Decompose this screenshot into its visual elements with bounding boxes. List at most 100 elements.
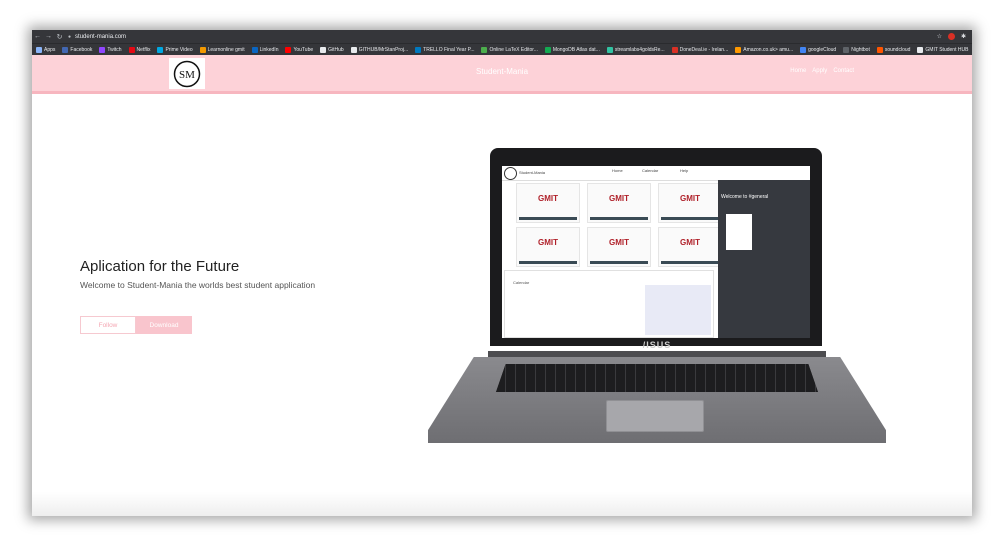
bookmark-label: Facebook: [70, 47, 93, 53]
extension-icon[interactable]: [947, 33, 955, 40]
forward-icon[interactable]: →: [43, 33, 54, 40]
bookmark-label: googleCloud: [808, 47, 837, 53]
bookmark-label: GMIT Student HUB: [925, 47, 969, 53]
puzzle-icon[interactable]: ✱: [961, 33, 966, 40]
bookmark-item[interactable]: Amazon.co.uk> amu...: [735, 47, 793, 53]
bookmark-label: GITHUB/MrStanProj...: [358, 47, 409, 53]
bookmark-favicon-icon: [917, 47, 924, 53]
bookmark-label: DoneDeal.ie - Irelan...: [679, 47, 729, 53]
nav-link[interactable]: Contact: [833, 68, 854, 74]
bookmark-item[interactable]: streamlabs4goldsRe...: [606, 47, 665, 53]
laptop-brand: /ISUS: [642, 340, 672, 350]
bookmark-favicon-icon: [285, 47, 292, 53]
bookmark-favicon-icon: [199, 47, 206, 53]
mini-chat-panel: Welcome to #general: [718, 180, 810, 338]
lock-icon: ●: [68, 33, 72, 40]
bookmark-label: MongoDB Atlas dat...: [552, 47, 600, 53]
laptop-screen: Student-Mania Home Calendar Help GMIT GMI…: [502, 166, 810, 338]
bookmark-label: YouTube: [293, 47, 314, 53]
browser-window: ← → ↻ ● student-mania.com ☆ ✱ Apps Facebo…: [32, 30, 972, 516]
mini-logo-icon: [504, 167, 517, 180]
hero-subtitle: Welcome to Student-Mania the worlds best…: [80, 280, 316, 290]
bookmark-item[interactable]: googleCloud: [800, 47, 836, 53]
bookmark-item[interactable]: YouTube: [285, 47, 313, 53]
bookmark-item[interactable]: Facebook: [62, 47, 92, 53]
bookmark-favicon-icon: [606, 47, 613, 53]
address-bar[interactable]: ● student-mania.com: [68, 34, 126, 40]
bookmark-label: TRELLO Final Year P...: [423, 47, 475, 53]
bookmark-item[interactable]: Apps: [36, 47, 55, 53]
bookmark-item[interactable]: soundcloud: [876, 47, 911, 53]
mini-course-card: GMIT: [516, 227, 580, 267]
bookmark-item[interactable]: Online LaTeX Editor...: [481, 47, 538, 53]
mini-card-label: GMIT: [680, 238, 700, 247]
laptop-image: Student-Mania Home Calendar Help GMIT GMI…: [428, 148, 886, 448]
bookmark-favicon-icon: [320, 47, 327, 53]
mini-site-header: Student-Mania Home Calendar Help: [502, 166, 810, 181]
mini-course-card: GMIT: [658, 183, 722, 223]
mini-course-card: GMIT: [658, 227, 722, 267]
bookmark-favicon-icon: [157, 47, 164, 53]
mini-calendar-title: Calendar: [513, 280, 530, 285]
mini-chat-title: Welcome to #general: [721, 194, 769, 200]
bookmark-label: LinkedIn: [259, 47, 279, 53]
nav-link[interactable]: Home: [790, 68, 806, 74]
bookmark-label: Nightbot: [851, 47, 870, 53]
mini-course-card: GMIT: [587, 227, 651, 267]
mini-card-label: GMIT: [609, 194, 629, 203]
bookmark-label: Twitch: [107, 47, 122, 53]
mini-course-card: GMIT: [516, 183, 580, 223]
mini-card-label: GMIT: [538, 194, 558, 203]
bookmark-label: GitHub: [328, 47, 344, 53]
bookmark-item[interactable]: Prime Video: [157, 47, 193, 53]
url-text: student-mania.com: [75, 33, 127, 40]
mini-course-card: GMIT: [587, 183, 651, 223]
mini-card-label: GMIT: [680, 194, 700, 203]
bookmark-favicon-icon: [251, 47, 258, 53]
download-button[interactable]: Download: [136, 316, 192, 334]
bookmark-item[interactable]: GITHUB/MrStanProj...: [350, 47, 409, 53]
bookmark-label: Prime Video: [165, 47, 193, 53]
mini-nav-calendar: Calendar: [642, 168, 659, 173]
star-icon[interactable]: ☆: [937, 33, 942, 40]
follow-button[interactable]: Follow: [80, 316, 136, 334]
reload-icon[interactable]: ↻: [54, 33, 65, 41]
bookmark-item[interactable]: GMIT Student HUB: [917, 47, 968, 53]
bookmark-label: Amazon.co.uk> amu...: [743, 47, 794, 53]
mini-site-name: Student-Mania: [519, 170, 546, 175]
bookmark-favicon-icon: [876, 47, 883, 53]
bookmark-label: Online LaTeX Editor...: [489, 47, 538, 53]
bookmark-label: Learnonline gmit: [207, 47, 245, 53]
bookmark-item[interactable]: Learnonline gmit: [199, 47, 245, 53]
site-nav: Home Apply Contact: [790, 68, 854, 74]
site-header: SM Student-Mania Home Apply Contact: [32, 55, 972, 94]
bookmark-item[interactable]: DoneDeal.ie - Irelan...: [671, 47, 729, 53]
bookmark-label: streamlabs4goldsRe...: [614, 47, 665, 53]
browser-toolbar: ← → ↻ ● student-mania.com ☆ ✱: [32, 30, 972, 43]
bookmark-item[interactable]: Nightbot: [843, 47, 870, 53]
bookmark-item[interactable]: Netflix: [128, 47, 151, 53]
bookmark-label: soundcloud: [884, 47, 911, 53]
bookmark-label: Netflix: [136, 47, 151, 53]
bookmark-favicon-icon: [415, 47, 422, 53]
mini-calendar: Calendar: [504, 270, 714, 338]
mini-card-label: GMIT: [609, 238, 629, 247]
bookmark-favicon-icon: [350, 47, 357, 53]
footer-strip: [32, 492, 972, 516]
mini-card-label: GMIT: [538, 238, 558, 247]
bookmark-favicon-icon: [735, 47, 742, 53]
bookmark-item[interactable]: GitHub: [320, 47, 344, 53]
bookmark-favicon-icon: [62, 47, 69, 53]
mini-chat-image: [726, 214, 752, 250]
bookmark-label: Apps: [44, 47, 56, 53]
mini-nav-help: Help: [680, 168, 689, 173]
bookmark-favicon-icon: [843, 47, 850, 53]
bookmark-item[interactable]: LinkedIn: [251, 47, 279, 53]
back-icon[interactable]: ←: [32, 33, 43, 40]
bookmark-item[interactable]: Twitch: [99, 47, 122, 53]
bookmark-favicon-icon: [128, 47, 135, 53]
bookmark-item[interactable]: MongoDB Atlas dat...: [544, 47, 600, 53]
bookmark-item[interactable]: TRELLO Final Year P...: [415, 47, 474, 53]
bookmark-favicon-icon: [800, 47, 807, 53]
nav-link[interactable]: Apply: [812, 68, 827, 74]
